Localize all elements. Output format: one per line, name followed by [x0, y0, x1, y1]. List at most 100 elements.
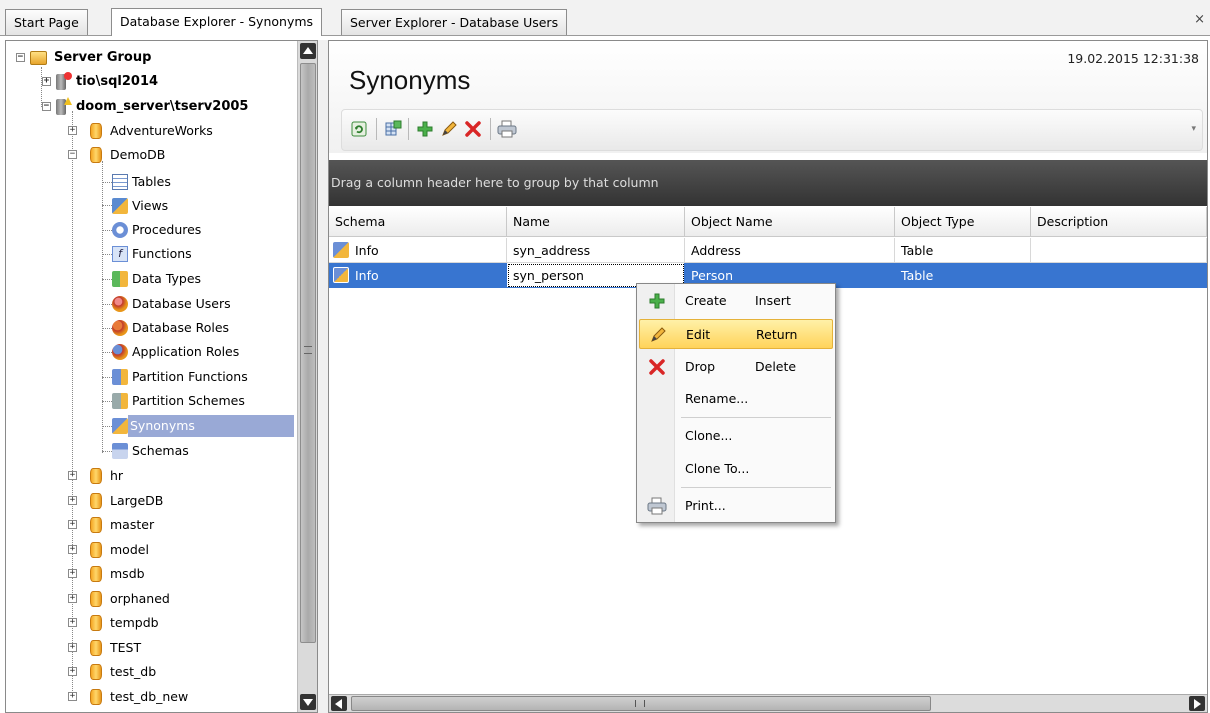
tree-node-tempdb[interactable]: + tempdb — [68, 612, 288, 634]
tree-label: orphaned — [110, 591, 170, 606]
tree-node-test-db[interactable]: + test_db — [68, 661, 288, 683]
toolbar-options-icon[interactable]: ▾ — [1191, 124, 1196, 134]
grid-horizontal-scrollbar[interactable] — [329, 694, 1207, 712]
tree-node-test-db-new[interactable]: + test_db_new — [68, 686, 288, 708]
tree-node-procedures[interactable]: Procedures — [112, 219, 292, 241]
roles-icon — [112, 320, 128, 336]
tree-node-database-roles[interactable]: Database Roles — [112, 317, 292, 339]
column-header-object-name[interactable]: Object Name — [685, 207, 895, 237]
tree-node-server-doom[interactable]: − doom_server\tserv2005 — [42, 96, 302, 118]
create-button[interactable] — [414, 118, 436, 140]
database-explorer-tree[interactable]: − Server Group + tio\sql2014 − doom_serv… — [5, 40, 318, 713]
tree-node-hr[interactable]: + hr — [68, 465, 288, 487]
tree-node-demodb[interactable]: − DemoDB — [68, 144, 288, 166]
tree-node-adventureworks[interactable]: + AdventureWorks — [68, 120, 288, 142]
tab-label: Server Explorer - Database Users — [350, 15, 559, 30]
tree-label: Partition Schemes — [132, 393, 245, 408]
tree-node-model[interactable]: + model — [68, 539, 288, 561]
menu-item-drop[interactable]: Drop Delete — [639, 352, 833, 382]
scroll-left-button[interactable] — [331, 696, 347, 711]
menu-item-create[interactable]: Create Insert — [639, 286, 833, 316]
tree-node-server-group[interactable]: − Server Group — [16, 47, 296, 69]
tree-node-synonyms[interactable]: Synonyms — [112, 415, 294, 437]
tree-node-database-users[interactable]: Database Users — [112, 293, 292, 315]
database-icon — [90, 542, 102, 558]
column-header-name[interactable]: Name — [507, 207, 685, 237]
tree-label: Synonyms — [128, 415, 294, 437]
group-by-panel[interactable]: Drag a column header here to group by th… — [329, 160, 1207, 206]
expand-icon[interactable]: + — [68, 594, 77, 603]
expand-icon[interactable]: + — [42, 77, 51, 86]
tree-label: master — [110, 517, 155, 532]
tab-label: Database Explorer - Synonyms — [120, 14, 314, 29]
menu-item-edit[interactable]: Edit Return — [639, 319, 833, 349]
menu-item-clone[interactable]: Clone... — [639, 421, 833, 451]
cell-object-type: Table — [895, 263, 1031, 288]
tree-label: DemoDB — [110, 147, 166, 162]
scroll-right-button[interactable] — [1189, 696, 1205, 711]
tree-node-largedb[interactable]: + LargeDB — [68, 490, 288, 512]
tree-node-server-tio[interactable]: + tio\sql2014 — [42, 71, 302, 93]
tree-node-msdb[interactable]: + msdb — [68, 563, 288, 585]
menu-label: Rename... — [685, 391, 749, 406]
export-button[interactable] — [382, 118, 404, 140]
tree-node-tables[interactable]: Tables — [112, 171, 292, 193]
scroll-up-button[interactable] — [300, 43, 316, 59]
tab-database-explorer[interactable]: Database Explorer - Synonyms — [111, 8, 323, 36]
menu-shortcut: Delete — [755, 359, 797, 374]
scroll-down-button[interactable] — [300, 694, 316, 710]
tree-node-master[interactable]: + master — [68, 514, 288, 536]
expand-icon[interactable]: + — [68, 618, 77, 627]
database-icon — [90, 615, 102, 631]
tree-node-functions[interactable]: f Functions — [112, 243, 292, 265]
tree-vertical-scrollbar[interactable] — [297, 41, 317, 712]
tree-label: msdb — [110, 566, 145, 581]
column-header-description[interactable]: Description — [1031, 207, 1207, 237]
tab-server-explorer[interactable]: Server Explorer - Database Users — [341, 9, 568, 35]
expand-icon[interactable]: + — [68, 569, 77, 578]
collapse-icon[interactable]: − — [42, 102, 51, 111]
expand-icon[interactable]: + — [68, 471, 77, 480]
menu-label: Create — [685, 293, 727, 308]
tree-node-partition-schemes[interactable]: Partition Schemes — [112, 390, 292, 412]
tree-node-application-roles[interactable]: Application Roles — [112, 341, 292, 363]
menu-label: Clone To... — [685, 461, 750, 476]
tree-node-orphaned[interactable]: + orphaned — [68, 588, 288, 610]
tree-label: LargeDB — [110, 493, 164, 508]
close-tab-button[interactable]: × — [1194, 12, 1205, 27]
tree-node-partition-functions[interactable]: Partition Functions — [112, 366, 292, 388]
table-row[interactable]: Info syn_address Address Table — [329, 238, 1207, 263]
context-menu: Create Insert Edit Return Drop Delete Re… — [636, 283, 836, 523]
menu-item-clone-to[interactable]: Clone To... — [639, 454, 833, 484]
tab-start-page[interactable]: Start Page — [5, 9, 88, 35]
expand-icon[interactable]: + — [68, 545, 77, 554]
expand-icon[interactable]: + — [68, 692, 77, 701]
expand-icon[interactable]: + — [68, 667, 77, 676]
database-icon — [90, 468, 102, 484]
refresh-button[interactable] — [348, 118, 370, 140]
tree-label: hr — [110, 468, 124, 483]
column-header-schema[interactable]: Schema — [329, 207, 507, 237]
print-button[interactable] — [496, 118, 518, 140]
expand-icon[interactable]: + — [68, 643, 77, 652]
tree-node-schemas[interactable]: Schemas — [112, 440, 292, 462]
expand-icon[interactable]: + — [68, 126, 77, 135]
column-header-object-type[interactable]: Object Type — [895, 207, 1031, 237]
scroll-thumb[interactable] — [351, 696, 931, 711]
menu-item-print[interactable]: Print... — [639, 491, 833, 521]
tree-label: Application Roles — [132, 344, 240, 359]
tree-node-data-types[interactable]: Data Types — [112, 268, 292, 290]
panel-splitter[interactable] — [318, 40, 328, 713]
edit-button[interactable] — [438, 118, 460, 140]
menu-item-rename[interactable]: Rename... — [639, 384, 833, 414]
tree-node-views[interactable]: Views — [112, 195, 292, 217]
drop-button[interactable] — [462, 118, 484, 140]
collapse-icon[interactable]: − — [68, 150, 77, 159]
expand-icon[interactable]: + — [68, 496, 77, 505]
collapse-icon[interactable]: − — [16, 53, 25, 62]
expand-icon[interactable]: + — [68, 520, 77, 529]
tree-node-test[interactable]: + TEST — [68, 637, 288, 659]
database-icon — [90, 493, 102, 509]
scroll-thumb[interactable] — [300, 63, 316, 643]
cell-text: Info — [355, 243, 379, 258]
